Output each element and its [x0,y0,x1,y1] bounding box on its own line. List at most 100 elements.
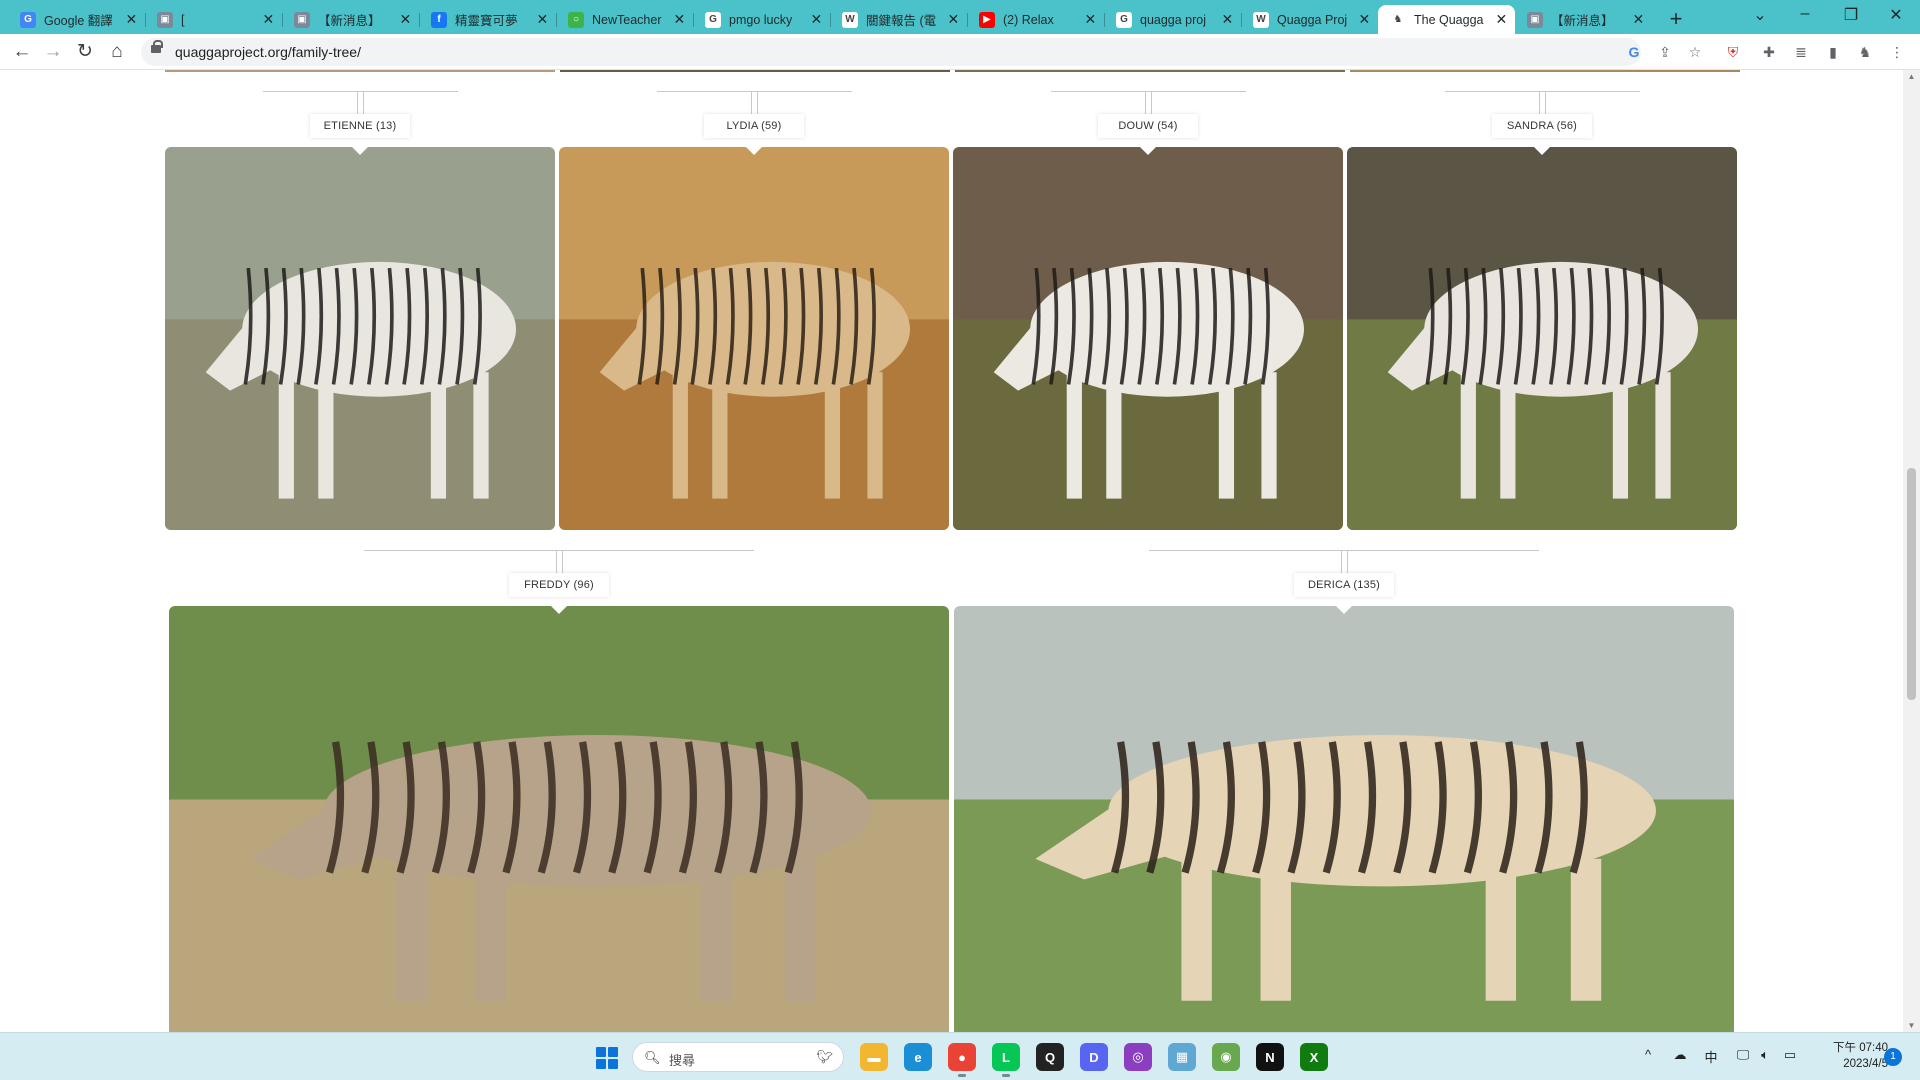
tab-favicon-icon: ♞ [1390,11,1406,28]
photo-pointer-notch [550,606,568,614]
taskbar-app-edge-icon[interactable]: e [904,1043,932,1071]
ime-indicator[interactable]: 中 [1701,1047,1721,1066]
animal-photo-card[interactable] [559,147,949,530]
tab-separator [1104,13,1105,27]
tab-close-icon[interactable]: ✕ [1631,11,1646,28]
tab-favicon-icon: G [1116,11,1132,28]
browser-tab[interactable]: Gquagga proj ✕ [1104,5,1241,34]
back-arrow-icon[interactable]: ← [10,40,34,64]
tab-search-icon[interactable]: ⌄ [1750,5,1770,25]
taskbar-app-app-purple-icon[interactable]: ◎ [1124,1043,1152,1071]
tab-title: Quagga Proj [1277,12,1348,27]
extension-shield-icon[interactable]: ⛨ [1724,43,1742,61]
page-viewport: ETIENNE (13) LYDIA (59) DOUW (54) SANDRA (5… [0,70,1903,1032]
forward-arrow-icon[interactable]: → [41,40,65,64]
browser-tab[interactable]: ▶ (2) Relax ✕ [967,5,1104,34]
taskbar-app-line-icon[interactable]: L [992,1043,1020,1077]
tab-title: NewTeacher [592,12,662,27]
browser-tab[interactable]: Gpmgo lucky ✕ [693,5,830,34]
url-text[interactable]: quaggaproject.org/family-tree/ [175,44,361,60]
browser-tab[interactable]: ○ NewTeacher ✕ [556,5,693,34]
tab-close-icon[interactable]: ✕ [1357,11,1372,28]
scroll-down-arrow[interactable]: ▼ [1907,1021,1916,1030]
tab-separator [830,13,831,27]
reading-list-icon[interactable]: ≣ [1792,43,1810,61]
animal-photo-card[interactable] [953,147,1343,530]
tab-favicon-icon: W [1253,11,1269,28]
new-tab-button[interactable]: + [1664,6,1688,32]
restore-icon[interactable]: ❐ [1841,5,1861,25]
animal-name-label: DERICA (135) [1294,573,1394,597]
taskbar-app-app-globe-icon[interactable]: ◉ [1212,1043,1240,1071]
reload-icon[interactable]: ↻ [73,40,97,64]
page-scrollbar[interactable]: ▲ ▼ [1903,70,1920,1032]
tab-close-icon[interactable]: ✕ [672,11,687,28]
tree-connector-stem [1145,91,1146,114]
zebra-photo [559,147,949,530]
minimize-icon[interactable]: – [1795,5,1815,23]
tree-connector [1149,550,1539,551]
extensions-puzzle-icon[interactable]: ✚ [1760,43,1778,61]
home-icon[interactable]: ⌂ [105,40,129,64]
search-placeholder: 搜尋 [669,1053,696,1068]
profile-avatar-icon[interactable]: ♞ [1856,43,1874,61]
browser-tab[interactable]: ▣ 【新消息】 ✕ [1515,5,1652,34]
taskbar-search[interactable]: 🔍︎ 搜尋 🐦︎ [632,1042,844,1072]
taskbar-app-xbox-icon[interactable]: X [1300,1043,1328,1071]
tree-connector [1444,91,1640,92]
tree-connector-stem [1539,91,1540,114]
tab-close-icon[interactable]: ✕ [946,11,961,28]
windows-taskbar: 🔍︎ 搜尋 🐦︎ ▬ e ● L Q D ◎ ▦ ◉ N X ^ ☁ 中 🖵︎ 🔈︎ ▭ 下午 07… [0,1032,1920,1080]
onedrive-cloud-icon[interactable]: ☁ [1670,1047,1690,1063]
animal-photo-card[interactable] [165,147,555,530]
animal-photo-card[interactable] [1347,147,1737,530]
taskbar-app-chrome-icon[interactable]: ● [948,1043,976,1077]
google-translate-icon[interactable]: G [1625,43,1643,61]
taskbar-app-discord-icon[interactable]: D [1080,1043,1108,1071]
tab-close-icon[interactable]: ✕ [261,11,276,28]
browser-tab[interactable]: ▣ 【新消息】 ✕ [282,5,419,34]
browser-tab[interactable]: G Google 翻譯 ✕ [8,5,145,34]
volume-icon[interactable]: 🔈︎ [1755,1047,1775,1063]
scroll-up-arrow[interactable]: ▲ [1907,72,1916,81]
scrollbar-thumb[interactable] [1907,468,1916,700]
system-clock[interactable]: 下午 07:40 2023/4/5 [1812,1040,1888,1072]
tray-overflow-chevron-icon[interactable]: ^ [1638,1047,1658,1062]
side-panel-icon[interactable]: ▮ [1824,43,1842,61]
prev-row-edge [560,70,950,72]
photo-pointer-notch [351,147,369,155]
browser-tab[interactable]: W 關鍵報告 (電 ✕ [830,5,967,34]
notification-badge[interactable]: 1 [1884,1048,1902,1066]
taskbar-app-qq-icon[interactable]: Q [1036,1043,1064,1071]
taskbar-app-netflix-icon[interactable]: N [1256,1043,1284,1071]
battery-icon[interactable]: ▭ [1780,1047,1800,1063]
tab-close-icon[interactable]: ✕ [535,11,550,28]
tab-title: [ [181,12,185,27]
network-icon[interactable]: 🖵︎ [1733,1047,1753,1063]
tab-close-icon[interactable]: ✕ [1494,11,1509,28]
lock-icon [151,40,163,53]
address-bar[interactable]: quaggaproject.org/family-tree/ [141,38,1641,66]
taskbar-app-file-explorer-icon[interactable]: ▬ [860,1043,888,1071]
tab-close-icon[interactable]: ✕ [124,11,139,28]
tab-title: 關鍵報告 (電 [866,14,937,28]
zebra-photo [165,147,555,530]
tab-title: pmgo lucky [729,12,793,27]
browser-tab[interactable]: f 精靈寶可夢 ✕ [419,5,556,34]
tab-close-icon[interactable]: ✕ [1083,11,1098,28]
start-button[interactable] [596,1047,618,1069]
animal-photo-card[interactable] [954,606,1734,1032]
browser-tab[interactable]: W Quagga Proj ✕ [1241,5,1378,34]
tab-close-icon[interactable]: ✕ [809,11,824,28]
share-icon[interactable]: ⇪ [1656,43,1674,61]
tab-close-icon[interactable]: ✕ [1220,11,1235,28]
browser-tab[interactable]: ▣ [✕ [145,5,282,34]
animal-photo-card[interactable] [169,606,949,1032]
tab-close-icon[interactable]: ✕ [398,11,413,28]
bookmark-star-icon[interactable]: ☆ [1686,43,1704,61]
browser-tab[interactable]: ♞ The Quagga ✕ [1378,5,1515,34]
tree-connector [262,91,458,92]
taskbar-app-app-screen-icon[interactable]: ▦ [1168,1043,1196,1071]
close-window-icon[interactable]: ✕ [1886,5,1906,25]
menu-kebab-icon[interactable]: ⋮ [1888,43,1906,61]
